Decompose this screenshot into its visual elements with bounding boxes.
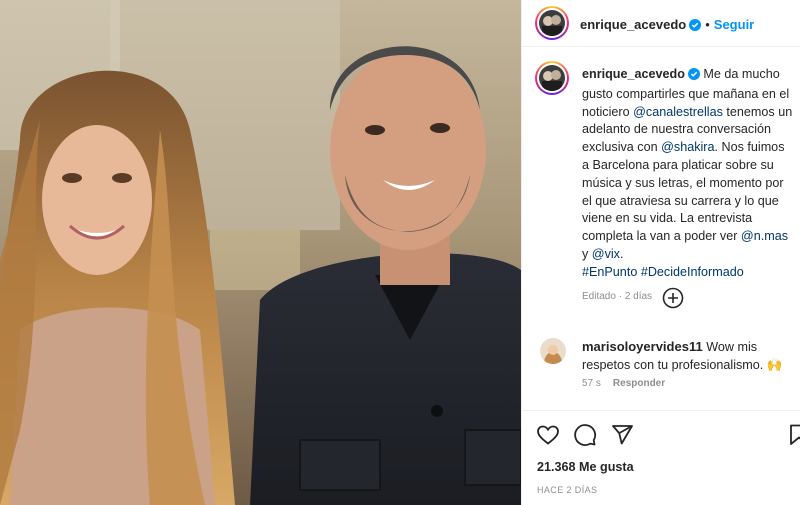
edited-label: Editado (582, 290, 616, 302)
mention-link[interactable]: @canalestrellas (633, 105, 723, 119)
author-avatar[interactable] (535, 6, 569, 40)
header-separator: • (705, 17, 710, 32)
post-side-panel: enrique_acevedo • Seguir enrique_acevedo M… (521, 0, 800, 505)
follow-button[interactable]: Seguir (714, 17, 754, 32)
comment-meta: 57 s Responder (582, 378, 677, 389)
commenter-avatar[interactable] (540, 338, 566, 364)
edited-time[interactable]: 2 días (625, 291, 652, 302)
mention-link[interactable]: @shakira (661, 140, 714, 154)
post-photo[interactable] (0, 0, 521, 505)
comment-body: marisoloyervides11 Wow mis respetos con … (582, 338, 794, 375)
likes-count[interactable]: 21.368 Me gusta (537, 460, 634, 474)
post-header: enrique_acevedo • Seguir (522, 0, 800, 47)
caption-text: . (619, 246, 624, 261)
mention-link[interactable]: @vix (592, 247, 620, 261)
post-caption: enrique_acevedo Me da mucho gusto compar… (582, 66, 794, 305)
paper-plane-icon[interactable] (610, 423, 634, 447)
post-actions: 21.368 Me gusta HACE 2 DÍAS (522, 410, 800, 505)
author-username[interactable]: enrique_acevedo (580, 17, 686, 32)
caption-author-avatar[interactable] (535, 61, 569, 95)
heart-icon[interactable] (536, 423, 560, 447)
avatar-image-icon (539, 10, 565, 36)
hashtag-link[interactable]: #DecideInformado (641, 265, 744, 279)
caption-text: . Nos fuimos a Barcelona para platicar s… (582, 140, 785, 244)
comment-time[interactable]: 57 s (582, 378, 601, 389)
verified-badge-icon (687, 68, 700, 86)
comment-emoji: 🙌 (766, 357, 783, 372)
reply-button[interactable]: Responder (613, 378, 665, 389)
caption-text: y (582, 246, 592, 261)
post-photo-image (0, 0, 521, 505)
mention-link[interactable]: @n.mas (741, 229, 788, 243)
caption-meta: Editado · 2 días (582, 288, 794, 306)
hashtag-link[interactable]: #EnPunto (582, 265, 637, 279)
plus-circle-icon[interactable] (662, 287, 684, 309)
verified-badge-icon (689, 18, 702, 36)
avatar-image-icon (539, 65, 565, 91)
caption-username[interactable]: enrique_acevedo (582, 67, 685, 81)
meta-separator: · (615, 290, 625, 302)
comment-icon[interactable] (573, 423, 597, 447)
commenter-username[interactable]: marisoloyervides11 (582, 339, 703, 354)
bookmark-icon[interactable] (787, 423, 800, 447)
post-timestamp[interactable]: HACE 2 DÍAS (537, 485, 597, 495)
